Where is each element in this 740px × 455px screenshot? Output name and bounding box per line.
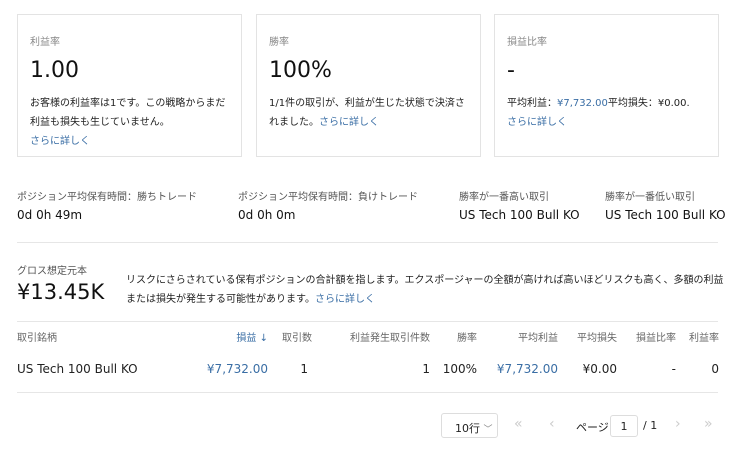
page-label: ページ xyxy=(576,421,609,434)
col-trades[interactable]: 取引数 xyxy=(282,329,312,344)
stat-label: 勝率が一番高い取引 xyxy=(459,192,549,203)
desc-text: 平均利益： xyxy=(507,98,557,109)
rows-per-page-value: 10行 xyxy=(455,422,480,435)
desc-text: 平均損失：¥0.00. xyxy=(607,98,690,109)
avg-profit: ¥7,732.00 xyxy=(557,98,608,109)
stat-value: 0d 0h 49m xyxy=(17,208,83,222)
col-win-rate[interactable]: 勝率 xyxy=(457,329,477,344)
divider xyxy=(17,392,718,393)
card-desc: お客様の利益率は1です。この戦略からまだ利益も損失も生じていません。さらに詳しく xyxy=(30,94,229,151)
stat-value: US Tech 100 Bull KO xyxy=(605,208,726,222)
col-pl[interactable]: 損益 ↓ xyxy=(236,329,268,344)
stat-label: 勝率が一番低い取引 xyxy=(605,192,695,203)
divider xyxy=(17,321,718,322)
card-desc: 平均利益：¥7,732.00平均損失：¥0.00. さらに詳しく xyxy=(507,94,706,132)
stat-avg-hold-loss: ポジション平均保有時間：負けトレード 0d 0h 0m xyxy=(238,188,418,222)
cell-avg-loss: ¥0.00 xyxy=(582,362,617,376)
next-page-icon[interactable]: › xyxy=(675,416,681,432)
stat-avg-hold-win: ポジション平均保有時間：勝ちトレード 0d 0h 49m xyxy=(17,188,197,222)
learn-more-link[interactable]: さらに詳しく xyxy=(30,136,90,147)
pl-ratio-card: 損益比率 - 平均利益：¥7,732.00平均損失：¥0.00. さらに詳しく xyxy=(494,14,719,157)
cell-profit-trades: 1 xyxy=(422,362,430,376)
gross-label: グロス想定元本 xyxy=(17,266,87,277)
stat-value: 0d 0h 0m xyxy=(238,208,296,222)
first-page-icon[interactable]: « xyxy=(514,416,523,432)
chevron-down-icon: ﹀ xyxy=(483,425,493,435)
stat-value: US Tech 100 Bull KO xyxy=(459,208,580,222)
card-value: - xyxy=(507,58,515,83)
col-avg-profit[interactable]: 平均利益 xyxy=(518,329,558,344)
page-input[interactable]: 1 xyxy=(610,415,638,437)
card-value: 100% xyxy=(269,58,332,83)
cell-win-rate: 100% xyxy=(442,362,477,376)
rows-per-page-select[interactable]: 10行 ﹀ xyxy=(441,413,498,438)
cell-profit-rate: 0 xyxy=(711,362,719,376)
col-pl-ratio[interactable]: 損益比率 xyxy=(636,329,676,344)
gross-value: ¥13.45K xyxy=(17,280,105,304)
stat-best-trade: 勝率が一番高い取引 US Tech 100 Bull KO xyxy=(459,188,580,222)
page-total: / 1 xyxy=(643,419,658,432)
profit-rate-card: 利益率 1.00 お客様の利益率は1です。この戦略からまだ利益も損失も生じていま… xyxy=(17,14,242,157)
sort-down-icon: ↓ xyxy=(259,333,268,344)
col-profit-trades[interactable]: 利益発生取引件数 xyxy=(350,329,430,344)
divider xyxy=(17,242,718,243)
col-profit-rate[interactable]: 利益率 xyxy=(689,329,719,344)
desc-text: お客様の利益率は1です。この戦略からまだ利益も損失も生じていません。 xyxy=(30,98,226,128)
cell-symbol: US Tech 100 Bull KO xyxy=(17,362,138,376)
col-symbol[interactable]: 取引銘柄 xyxy=(17,329,57,344)
card-label: 利益率 xyxy=(30,37,60,48)
cell-trades: 1 xyxy=(300,362,308,376)
desc-text: リスクにさらされている保有ポジションの合計額を指します。エクスポージャーの全額が… xyxy=(126,275,724,305)
last-page-icon[interactable]: » xyxy=(704,416,713,432)
card-desc: 1/1件の取引が、利益が生じた状態で決済されました。さらに詳しく xyxy=(269,94,468,132)
card-label: 損益比率 xyxy=(507,37,547,48)
card-label: 勝率 xyxy=(269,37,289,48)
cell-avg-profit: ¥7,732.00 xyxy=(496,362,558,376)
card-value: 1.00 xyxy=(30,58,79,83)
col-label: 損益 xyxy=(236,333,257,344)
cell-pl: ¥7,732.00 xyxy=(206,362,268,376)
learn-more-link[interactable]: さらに詳しく xyxy=(319,117,379,128)
learn-more-link[interactable]: さらに詳しく xyxy=(507,117,567,128)
prev-page-icon[interactable]: ‹ xyxy=(549,416,555,432)
stat-label: ポジション平均保有時間：勝ちトレード xyxy=(17,192,197,203)
learn-more-link[interactable]: さらに詳しく xyxy=(315,294,375,305)
win-rate-card: 勝率 100% 1/1件の取引が、利益が生じた状態で決済されました。さらに詳しく xyxy=(256,14,481,157)
cell-pl-ratio: - xyxy=(671,362,676,376)
gross-desc: リスクにさらされている保有ポジションの合計額を指します。エクスポージャーの全額が… xyxy=(126,271,726,309)
stat-worst-trade: 勝率が一番低い取引 US Tech 100 Bull KO xyxy=(605,188,726,222)
col-avg-loss[interactable]: 平均損失 xyxy=(577,329,617,344)
stat-label: ポジション平均保有時間：負けトレード xyxy=(238,192,418,203)
